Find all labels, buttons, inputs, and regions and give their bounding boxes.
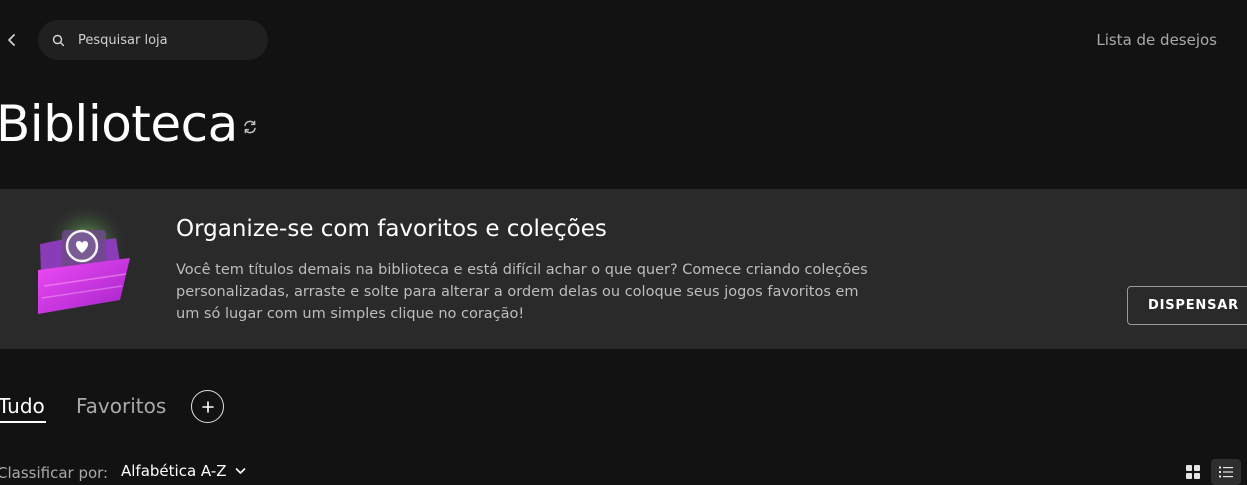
chevron-left-icon xyxy=(8,34,15,46)
sort-value: Alfabética A-Z xyxy=(121,462,227,480)
search-bar[interactable] xyxy=(38,20,268,60)
grid-view-button[interactable] xyxy=(1180,459,1206,485)
banner-description: Você tem títulos demais na biblioteca e … xyxy=(176,262,868,322)
library-page: Lista de desejos Biblioteca xyxy=(0,0,1247,485)
list-view-button[interactable] xyxy=(1211,459,1241,485)
tab-all[interactable]: Tudo xyxy=(0,394,45,418)
plus-icon xyxy=(201,400,214,413)
add-collection-button[interactable] xyxy=(191,390,224,423)
refresh-icon xyxy=(244,120,256,134)
page-title: Biblioteca xyxy=(0,95,238,153)
back-button[interactable] xyxy=(2,28,22,52)
grid-view-icon xyxy=(1186,465,1200,479)
sort-label: Classificar por: xyxy=(0,464,109,482)
favorites-folder-illustration xyxy=(30,206,140,318)
chevron-down-icon xyxy=(235,467,246,475)
list-view-icon xyxy=(1219,466,1233,478)
refresh-button[interactable] xyxy=(240,117,260,137)
dismiss-button[interactable]: DISPENSAR xyxy=(1127,286,1247,325)
search-input[interactable] xyxy=(78,32,238,48)
tab-favorites[interactable]: Favoritos xyxy=(76,394,166,418)
banner-title: Organize-se com favoritos e coleções xyxy=(176,216,607,242)
active-tab-indicator xyxy=(0,421,46,423)
wishlist-link[interactable]: Lista de desejos xyxy=(1096,31,1217,49)
sort-dropdown[interactable]: Alfabética A-Z xyxy=(121,462,246,480)
search-icon xyxy=(52,33,66,47)
